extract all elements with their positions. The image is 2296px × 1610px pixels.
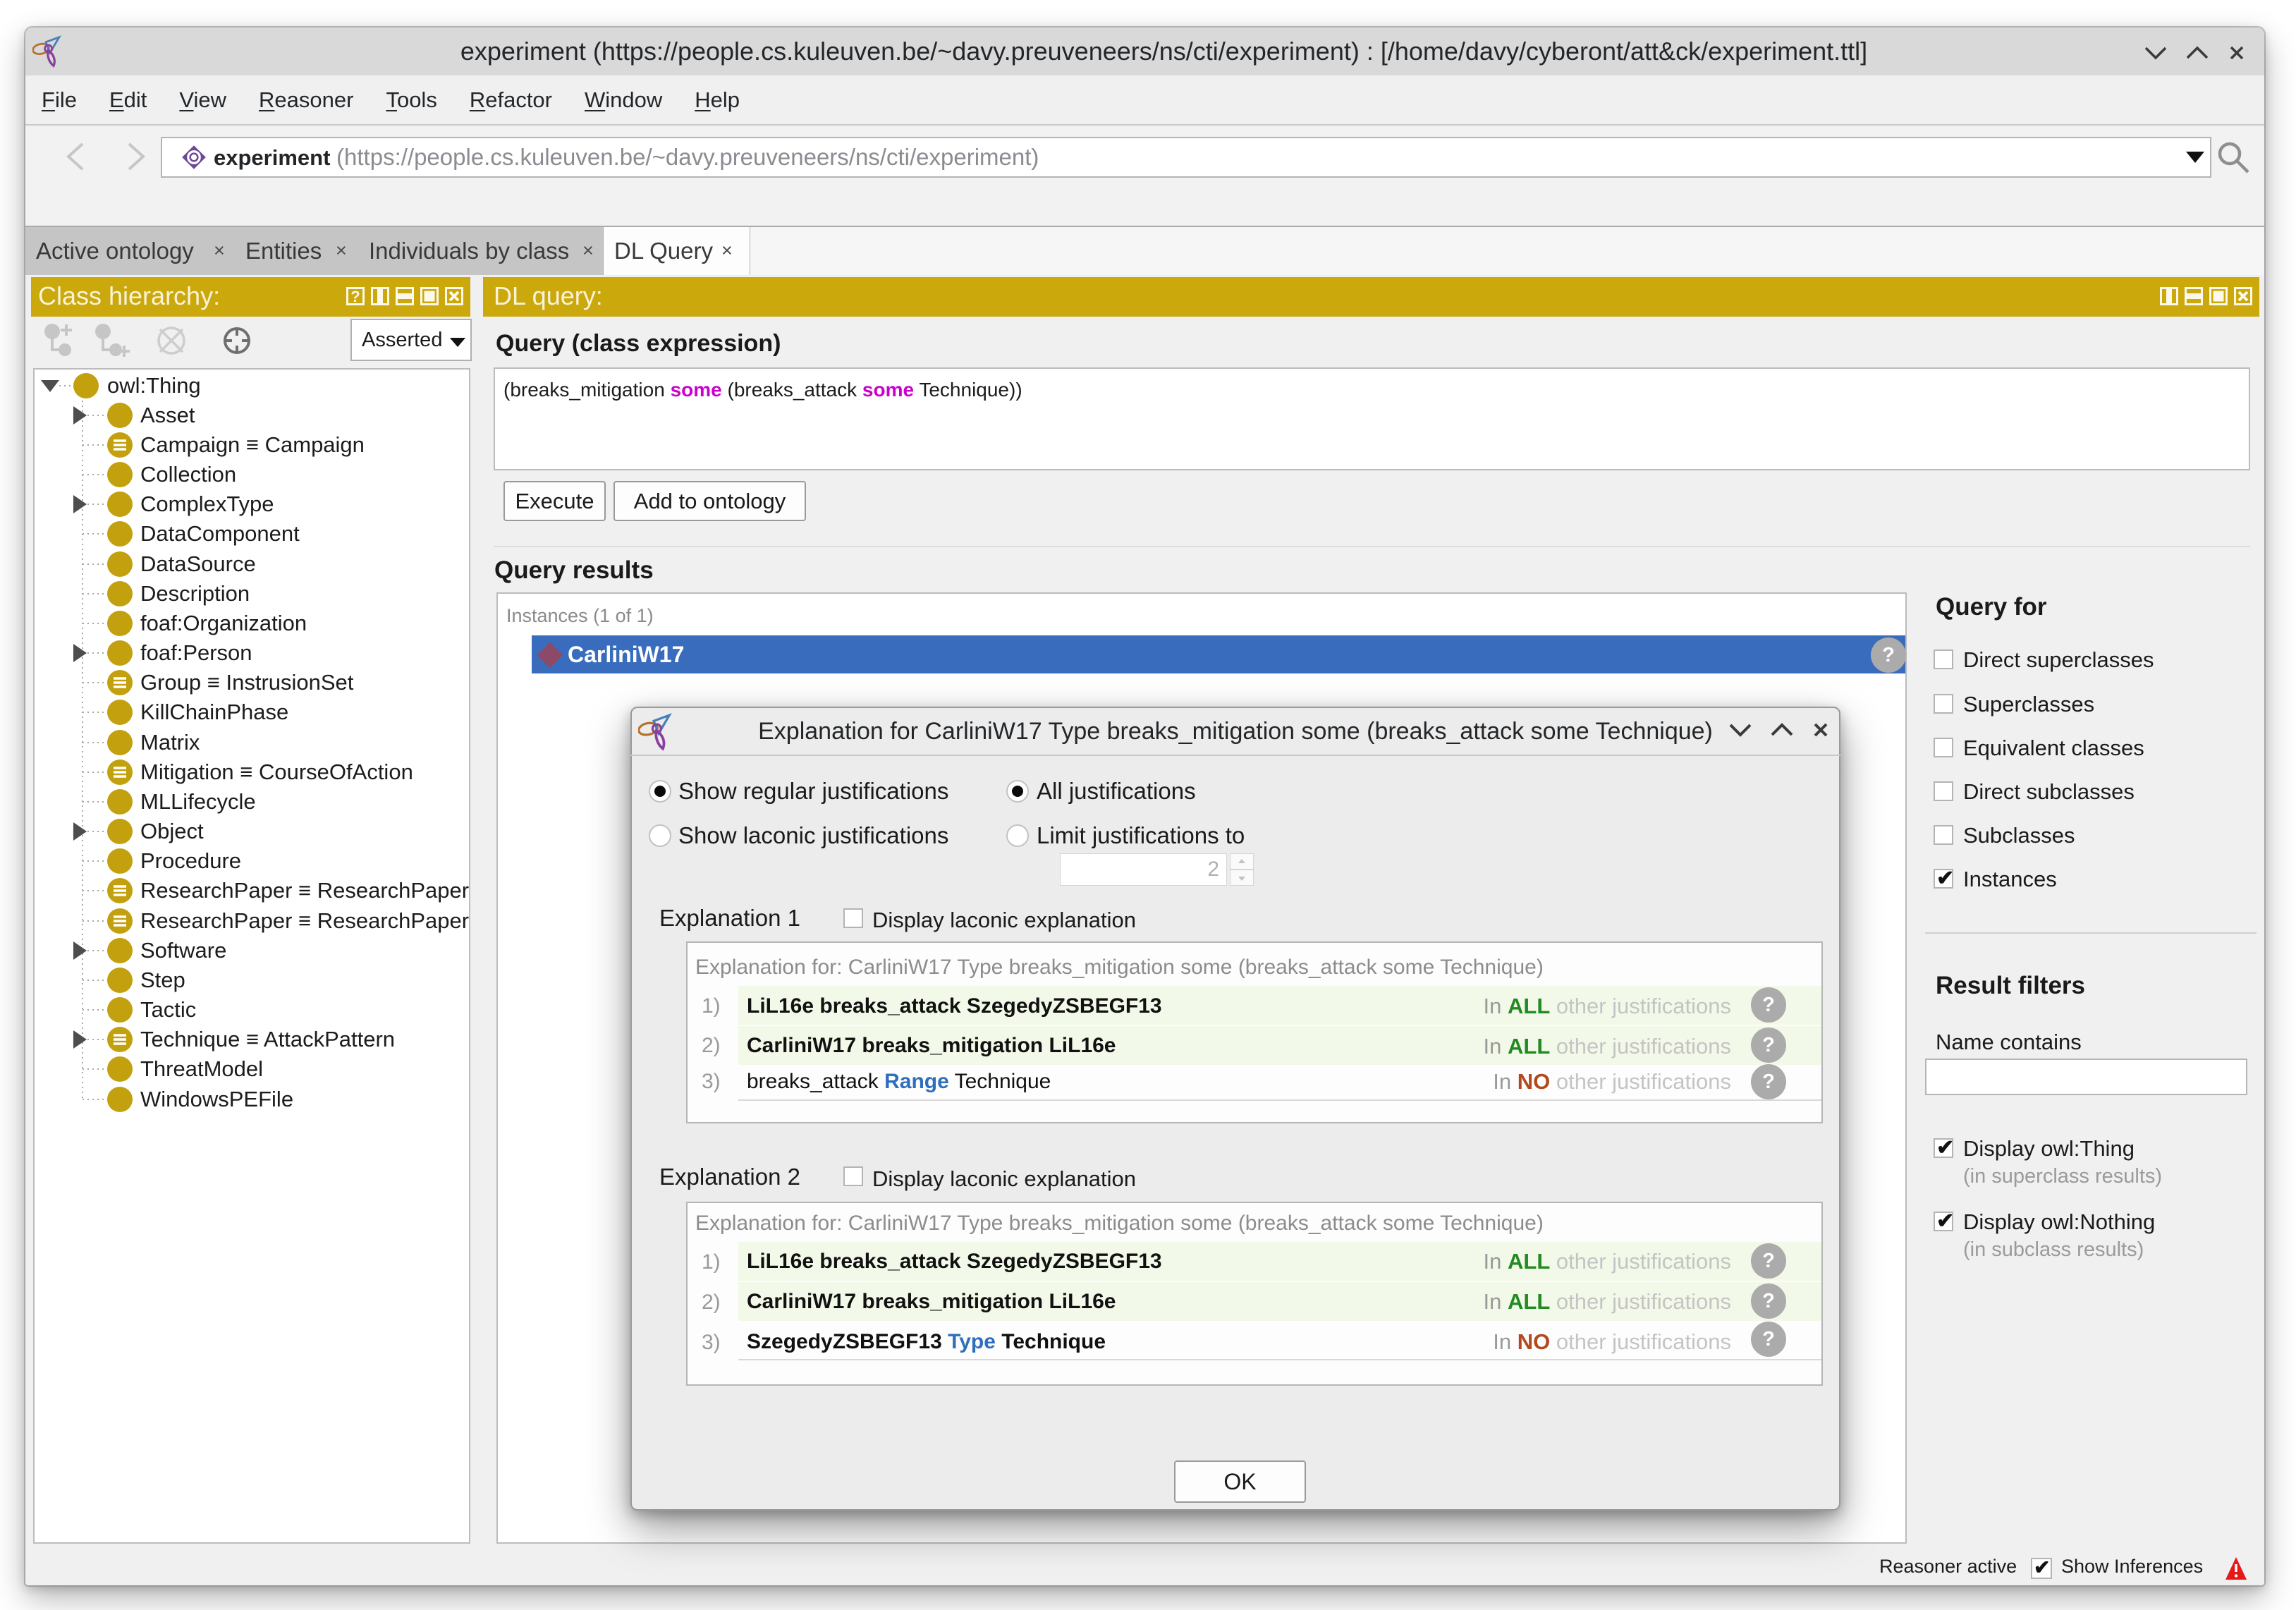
- svg-text:?: ?: [350, 288, 360, 305]
